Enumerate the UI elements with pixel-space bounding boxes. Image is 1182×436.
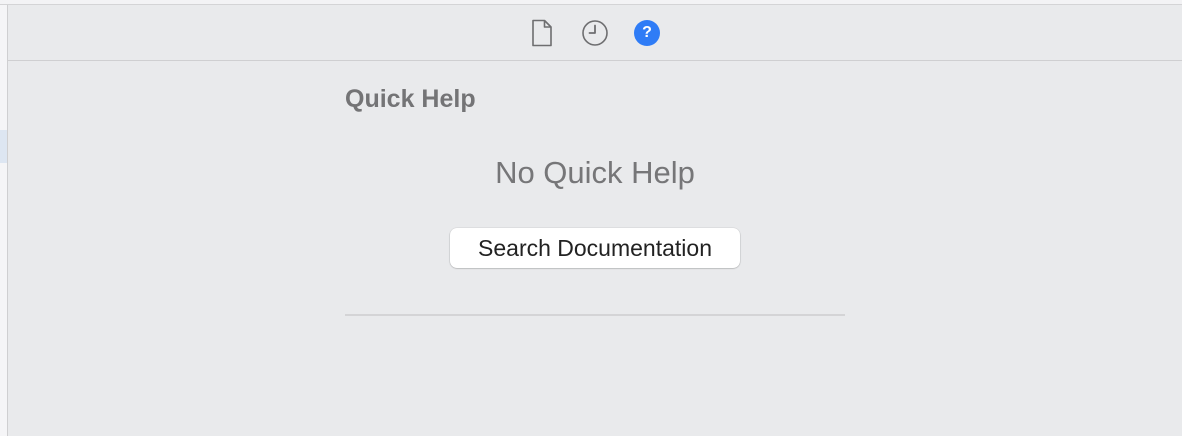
editor-edge (0, 5, 7, 436)
help-icon: ? (634, 20, 660, 46)
history-inspector-button[interactable] (581, 19, 609, 47)
file-inspector-button[interactable] (528, 19, 556, 47)
section-divider (345, 314, 845, 316)
inspector-selector-bar: ? (8, 5, 1182, 61)
editor-selected-line (0, 130, 7, 163)
pane-divider[interactable] (7, 5, 8, 436)
quick-help-inspector-button[interactable]: ? (633, 19, 661, 47)
search-documentation-button[interactable]: Search Documentation (450, 228, 740, 268)
file-icon (532, 19, 552, 47)
history-icon (582, 20, 608, 46)
section-title: Quick Help (345, 85, 476, 113)
empty-state-message: No Quick Help (495, 155, 695, 190)
